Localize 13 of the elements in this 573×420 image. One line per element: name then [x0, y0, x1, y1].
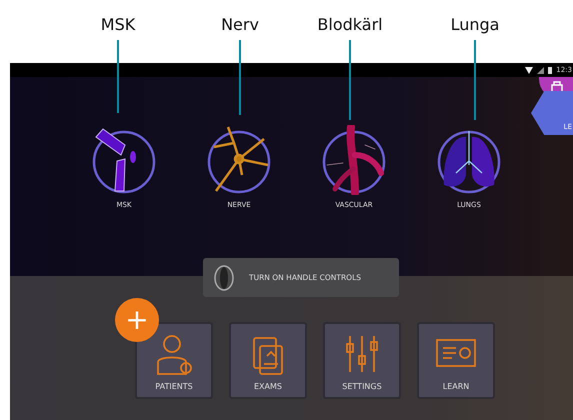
- callout-label: Lunga: [450, 15, 500, 34]
- signal-icon: [537, 66, 544, 74]
- blood-vessel-icon[interactable]: [321, 125, 387, 195]
- callout-label: Blodkärl: [316, 15, 384, 34]
- wifi-icon: [525, 66, 534, 74]
- handle-icon: [213, 264, 235, 290]
- nerve-cell-icon[interactable]: [206, 125, 272, 195]
- callout-label: Nerv: [220, 15, 260, 34]
- exams-tile[interactable]: EXAMS: [229, 322, 307, 399]
- learn-tile[interactable]: LEARN: [417, 322, 495, 399]
- callout-label: MSK: [100, 15, 136, 34]
- battery-icon: [548, 66, 552, 74]
- settings-tile[interactable]: SETTINGS: [323, 322, 401, 399]
